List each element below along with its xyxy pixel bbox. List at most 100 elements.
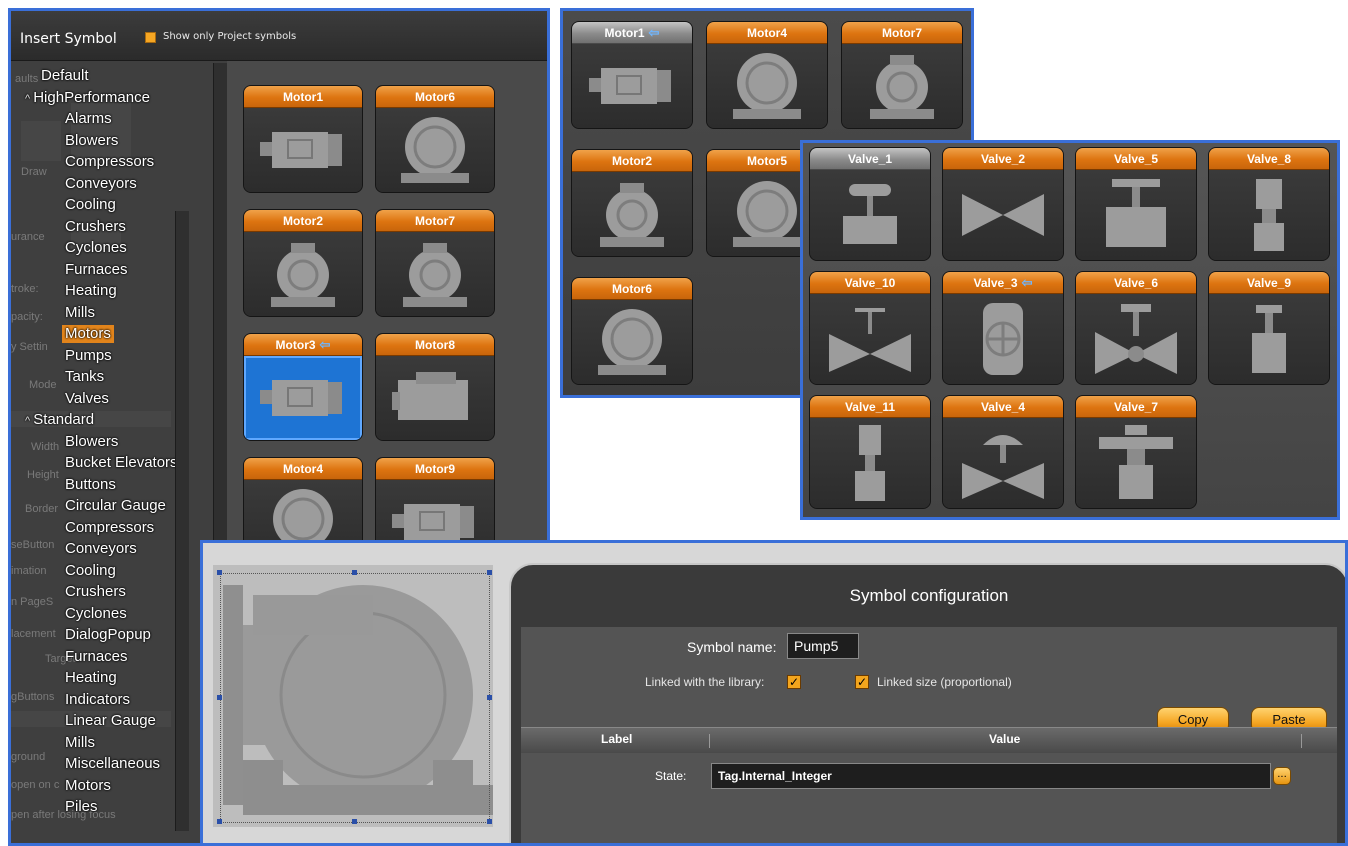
- symbol-tile[interactable]: Motor1 ⇦: [571, 21, 693, 129]
- tree-item[interactable]: Compressors: [65, 153, 154, 171]
- symbol-preview: [376, 108, 494, 192]
- resize-handle[interactable]: [352, 570, 357, 575]
- selection-box[interactable]: [220, 573, 490, 823]
- collapse-arrow-icon[interactable]: ^: [25, 93, 33, 105]
- arrow-left-icon: ⇦: [1021, 275, 1033, 290]
- tree-item[interactable]: Pumps: [65, 347, 112, 365]
- symbol-tile[interactable]: Valve_9: [1208, 271, 1330, 385]
- tree-item[interactable]: Linear Gauge: [65, 712, 156, 730]
- tree-item[interactable]: Heating: [65, 282, 117, 300]
- symbol-tile[interactable]: Valve_8: [1208, 147, 1330, 261]
- tree-item-label: DialogPopup: [65, 626, 151, 643]
- tree-item[interactable]: Cooling: [65, 196, 116, 214]
- symbol-tile[interactable]: Motor6: [375, 85, 495, 193]
- symbol-tile[interactable]: Valve_11: [809, 395, 931, 509]
- tree-item[interactable]: Alarms: [65, 110, 112, 128]
- linked-library-checkbox[interactable]: ✓: [787, 675, 801, 689]
- tree-item[interactable]: Crushers: [65, 583, 126, 601]
- symbol-tile[interactable]: Motor2: [571, 149, 693, 257]
- symbol-tile-caption: Valve_2: [943, 148, 1063, 170]
- tree-item[interactable]: Heating: [65, 669, 117, 687]
- symbol-preview: [244, 356, 362, 440]
- resize-handle[interactable]: [487, 819, 492, 824]
- resize-handle[interactable]: [352, 819, 357, 824]
- resize-handle[interactable]: [487, 570, 492, 575]
- linked-size-checkbox[interactable]: ✓: [855, 675, 869, 689]
- tree-item-label: Indicators: [65, 690, 131, 708]
- tree-item[interactable]: Conveyors: [65, 540, 137, 558]
- tree-item[interactable]: Furnaces: [65, 648, 128, 666]
- tree-item[interactable]: Compressors: [65, 519, 154, 537]
- tree-item[interactable]: Piles: [65, 798, 98, 816]
- tree-item-label: Miscellaneous: [65, 755, 161, 772]
- tree-item[interactable]: Cooling: [65, 562, 116, 580]
- resize-handle[interactable]: [217, 819, 222, 824]
- config-title: Symbol configuration: [849, 586, 1009, 605]
- tree-item-label: Linear Gauge: [65, 712, 156, 729]
- tree-item[interactable]: Mills: [65, 734, 95, 752]
- symbol-tile[interactable]: Valve_10: [809, 271, 931, 385]
- symbol-tile[interactable]: Motor8: [375, 333, 495, 441]
- tree-item-label: Heating: [65, 669, 117, 686]
- collapse-arrow-icon[interactable]: ^: [25, 415, 33, 427]
- column-divider: [1301, 734, 1302, 748]
- tree-item-label: Mills: [65, 733, 95, 751]
- symbol-tile[interactable]: Valve_7: [1075, 395, 1197, 509]
- tree-item[interactable]: Mills: [65, 304, 95, 322]
- tree-item[interactable]: Motors: [65, 777, 111, 795]
- state-input[interactable]: Tag.Internal_Integer: [711, 763, 1271, 789]
- symbol-name: Motor1: [283, 90, 323, 104]
- symbol-tile[interactable]: Valve_1: [809, 147, 931, 261]
- tree-item[interactable]: Circular Gauge: [65, 497, 166, 515]
- symbol-tile[interactable]: Valve_4: [942, 395, 1064, 509]
- symbol-tile[interactable]: Valve_2: [942, 147, 1064, 261]
- tree-item[interactable]: Buttons: [65, 476, 116, 494]
- tree-item-label: Motors: [65, 325, 111, 342]
- tree-item[interactable]: Cyclones: [65, 239, 127, 257]
- tree-item[interactable]: Indicators: [65, 691, 130, 709]
- tree-item[interactable]: ^ Standard: [25, 411, 94, 430]
- tree-item[interactable]: Conveyors: [65, 175, 137, 193]
- symbol-tile[interactable]: Valve_5: [1075, 147, 1197, 261]
- symbol-tile[interactable]: Motor1: [243, 85, 363, 193]
- symbol-tile-caption: Valve_3 ⇦: [943, 272, 1063, 294]
- tree-item[interactable]: Bucket Elevators: [65, 454, 178, 472]
- symbol-name-input[interactable]: Pump5: [787, 633, 859, 659]
- tree-item[interactable]: Crushers: [65, 218, 126, 236]
- tree-item[interactable]: ^ HighPerformance: [25, 89, 150, 108]
- symbol-tile[interactable]: Valve_6: [1075, 271, 1197, 385]
- tree-item-label: Alarms: [65, 110, 112, 127]
- tree-item[interactable]: Blowers: [65, 433, 118, 451]
- tree-item[interactable]: DialogPopup: [65, 626, 151, 644]
- symbol-name: Motor9: [415, 462, 455, 476]
- symbol-tile[interactable]: Motor7: [375, 209, 495, 317]
- symbol-tile[interactable]: Motor7: [841, 21, 963, 129]
- tree-item[interactable]: Tanks: [65, 368, 104, 386]
- resize-handle[interactable]: [487, 695, 492, 700]
- resize-handle[interactable]: [217, 695, 222, 700]
- tree-item[interactable]: Blowers: [65, 132, 118, 150]
- tree-item[interactable]: Furnaces: [65, 261, 128, 279]
- tree-item[interactable]: Motors: [62, 325, 114, 343]
- tree-item-label: Default: [41, 67, 89, 84]
- symbol-tile[interactable]: Motor3 ⇦: [243, 333, 363, 441]
- symbol-name: Motor2: [283, 214, 323, 228]
- symbol-tile-caption: Motor7: [842, 22, 962, 44]
- symbol-tile[interactable]: Motor4: [706, 21, 828, 129]
- symbol-config-panel: Symbol configuration Symbol name: Pump5 …: [200, 540, 1348, 846]
- state-browse-button[interactable]: ...: [1273, 767, 1291, 785]
- symbol-tile[interactable]: Motor2: [243, 209, 363, 317]
- tree-item[interactable]: Cyclones: [65, 605, 127, 623]
- project-only-checkbox[interactable]: [145, 32, 156, 43]
- tree-item[interactable]: Valves: [65, 390, 109, 408]
- symbol-preview: [376, 232, 494, 316]
- symbol-name: Valve_9: [1246, 276, 1292, 290]
- symbol-tile[interactable]: Motor6: [571, 277, 693, 385]
- tree-item[interactable]: Default: [41, 67, 89, 85]
- symbol-preview: [810, 170, 930, 260]
- tree-item[interactable]: Miscellaneous: [65, 755, 160, 773]
- symbol-tile-caption: Motor4: [707, 22, 827, 44]
- tree-scrollbar[interactable]: [175, 211, 189, 831]
- symbol-tile[interactable]: Valve_3 ⇦: [942, 271, 1064, 385]
- resize-handle[interactable]: [217, 570, 222, 575]
